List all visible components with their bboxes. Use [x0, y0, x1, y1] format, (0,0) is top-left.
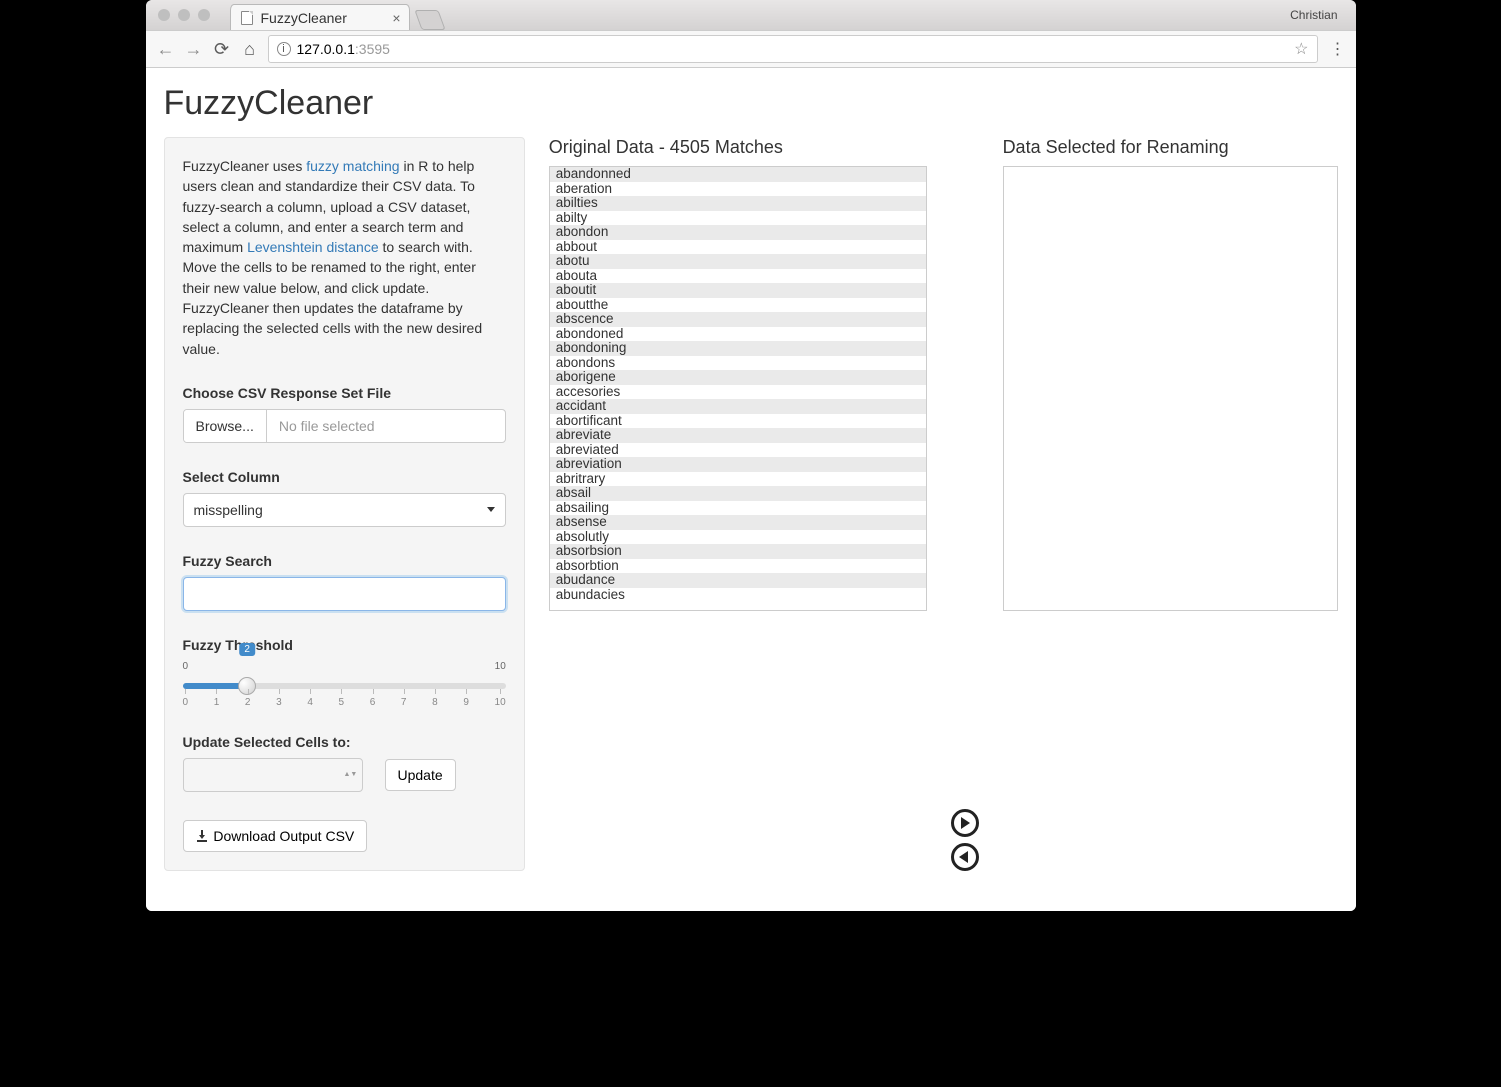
- list-item[interactable]: abondoning: [550, 341, 926, 356]
- move-left-button[interactable]: [951, 843, 979, 871]
- list-item[interactable]: abundacies: [550, 588, 926, 603]
- list-item[interactable]: abbout: [550, 240, 926, 255]
- list-item[interactable]: abreviation: [550, 457, 926, 472]
- page-title: FuzzyCleaner: [164, 84, 1338, 123]
- list-item[interactable]: aboutthe: [550, 298, 926, 313]
- url-port: :3595: [355, 41, 390, 57]
- select-column-label: Select Column: [183, 469, 506, 485]
- list-item[interactable]: abilties: [550, 196, 926, 211]
- arrow-left-icon: [959, 851, 968, 863]
- browser-tab[interactable]: FuzzyCleaner ×: [230, 4, 410, 30]
- url-host: 127.0.0.1: [297, 41, 355, 57]
- list-item[interactable]: absail: [550, 486, 926, 501]
- fuzzy-threshold-label: Fuzzy Threshold: [183, 637, 506, 653]
- back-icon[interactable]: ←: [156, 39, 176, 60]
- list-item[interactable]: absense: [550, 515, 926, 530]
- update-cells-label: Update Selected Cells to:: [183, 734, 506, 750]
- stepper-icon[interactable]: ▲▼: [344, 771, 354, 778]
- list-item[interactable]: abondons: [550, 356, 926, 371]
- move-right-button[interactable]: [951, 809, 979, 837]
- intro-paragraph: FuzzyCleaner uses fuzzy matching in R to…: [183, 156, 506, 359]
- site-info-icon[interactable]: i: [277, 42, 291, 56]
- list-item[interactable]: aboutit: [550, 283, 926, 298]
- new-tab-button[interactable]: [414, 10, 445, 30]
- list-item[interactable]: abilty: [550, 211, 926, 226]
- list-item[interactable]: absailing: [550, 501, 926, 516]
- column-select-value: misspelling: [194, 502, 263, 518]
- list-item[interactable]: abritrary: [550, 472, 926, 487]
- browse-button[interactable]: Browse...: [184, 410, 267, 442]
- minimize-window-icon[interactable]: [178, 9, 190, 21]
- list-item[interactable]: abotu: [550, 254, 926, 269]
- list-item[interactable]: abandonned: [550, 167, 926, 182]
- list-item[interactable]: absolutly: [550, 530, 926, 545]
- browser-nav-bar: ← → ⟳ ⌂ i 127.0.0.1:3595 ☆ ⋮: [146, 30, 1356, 68]
- list-item[interactable]: abreviate: [550, 428, 926, 443]
- tab-title: FuzzyCleaner: [261, 10, 347, 26]
- file-picker[interactable]: Browse... No file selected: [183, 409, 506, 443]
- fuzzy-matching-link[interactable]: fuzzy matching: [306, 158, 399, 174]
- window-controls: [158, 9, 210, 21]
- chevron-down-icon: [487, 507, 495, 512]
- bookmark-star-icon[interactable]: ☆: [1294, 39, 1308, 59]
- browser-menu-icon[interactable]: ⋮: [1326, 39, 1346, 59]
- list-item[interactable]: abscence: [550, 312, 926, 327]
- home-icon[interactable]: ⌂: [240, 39, 260, 60]
- selected-data-title: Data Selected for Renaming: [1003, 137, 1338, 158]
- sidebar-panel: FuzzyCleaner uses fuzzy matching in R to…: [164, 137, 525, 871]
- download-csv-button[interactable]: Download Output CSV: [183, 820, 368, 852]
- slider-value-tooltip: 2: [239, 643, 255, 656]
- close-tab-icon[interactable]: ×: [392, 10, 400, 26]
- list-item[interactable]: aborigene: [550, 370, 926, 385]
- close-window-icon[interactable]: [158, 9, 170, 21]
- list-item[interactable]: abortificant: [550, 414, 926, 429]
- threshold-slider[interactable]: 010 2 012345678910: [183, 661, 506, 708]
- page-icon: [241, 11, 253, 25]
- column-select[interactable]: misspelling: [183, 493, 506, 527]
- levenshtein-link[interactable]: Levenshtein distance: [247, 239, 379, 255]
- list-item[interactable]: abudance: [550, 573, 926, 588]
- forward-icon[interactable]: →: [184, 39, 204, 60]
- list-item[interactable]: abreviated: [550, 443, 926, 458]
- profile-name[interactable]: Christian: [1290, 8, 1343, 22]
- list-item[interactable]: accidant: [550, 399, 926, 414]
- choose-file-label: Choose CSV Response Set File: [183, 385, 506, 401]
- list-item[interactable]: abondoned: [550, 327, 926, 342]
- original-data-title: Original Data - 4505 Matches: [549, 137, 927, 158]
- fuzzy-search-input[interactable]: [183, 577, 506, 611]
- selected-data-list[interactable]: [1003, 166, 1338, 611]
- rename-value-input[interactable]: ▲▼: [183, 758, 363, 792]
- file-status: No file selected: [267, 410, 505, 442]
- arrow-right-icon: [961, 817, 970, 829]
- list-item[interactable]: absorbtion: [550, 559, 926, 574]
- original-data-list[interactable]: abandonnedaberationabiltiesabiltyabondon…: [549, 166, 927, 611]
- list-item[interactable]: absorbsion: [550, 544, 926, 559]
- zoom-window-icon[interactable]: [198, 9, 210, 21]
- list-item[interactable]: abondon: [550, 225, 926, 240]
- fuzzy-search-label: Fuzzy Search: [183, 553, 506, 569]
- update-button[interactable]: Update: [385, 759, 456, 791]
- list-item[interactable]: aberation: [550, 182, 926, 197]
- download-icon: [196, 830, 208, 842]
- list-item[interactable]: abouta: [550, 269, 926, 284]
- window-title-bar: FuzzyCleaner × Christian: [146, 0, 1356, 30]
- reload-icon[interactable]: ⟳: [212, 39, 232, 60]
- list-item[interactable]: accesories: [550, 385, 926, 400]
- address-bar[interactable]: i 127.0.0.1:3595 ☆: [268, 35, 1318, 63]
